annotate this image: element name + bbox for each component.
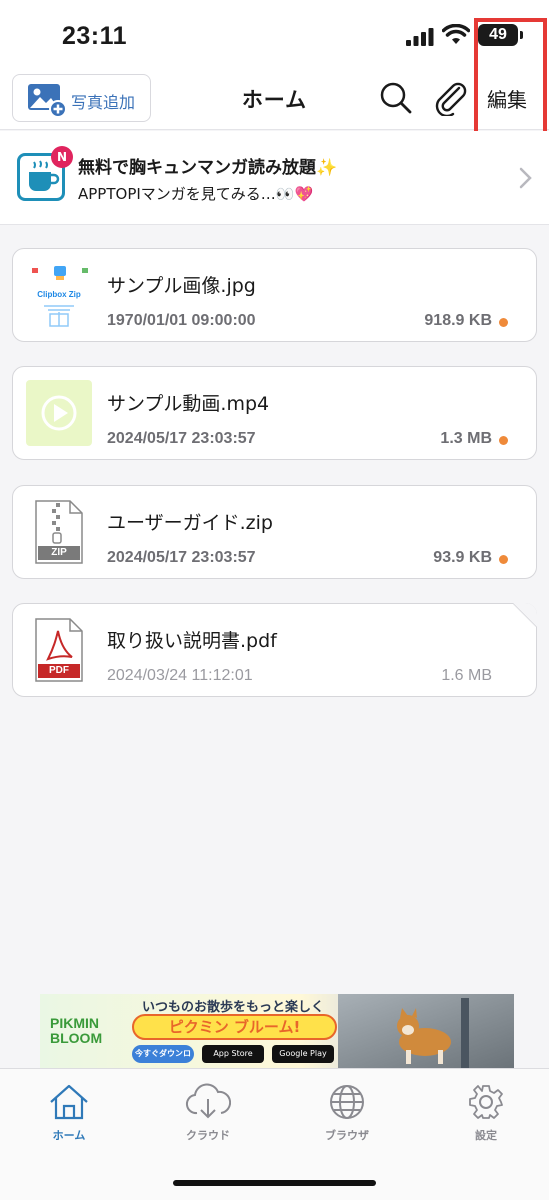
zip-label: ZIP [51, 547, 67, 558]
file-name: ユーザーガイド.zip [107, 512, 273, 534]
battery-indicator: 49 [478, 24, 518, 46]
paperclip-icon[interactable] [432, 80, 468, 116]
file-item-jpg[interactable]: Clipbox Zip サンプル画像.jpg 1970/01/01 09:00:… [12, 248, 537, 342]
promo-title: 無料で胸キュンマンガ読み放題✨ [78, 158, 338, 178]
tab-browser[interactable]: ブラウザ [297, 1083, 397, 1143]
unread-dot [499, 555, 508, 564]
cloud-download-icon [186, 1083, 231, 1119]
file-date: 1970/01/01 09:00:00 [107, 312, 256, 329]
tab-browser-label: ブラウザ [325, 1129, 369, 1142]
fold-corner [513, 603, 537, 627]
tab-home-label: ホーム [52, 1129, 86, 1142]
file-size: 1.6 MB [441, 667, 492, 684]
file-date: 2024/05/17 23:03:57 [107, 549, 256, 566]
status-time: 23:11 [62, 22, 128, 50]
file-name: サンプル動画.mp4 [107, 393, 270, 415]
file-name: 取り扱い説明書.pdf [107, 630, 277, 652]
file-item-mp4[interactable]: サンプル動画.mp4 2024/05/17 23:03:57 1.3 MB [12, 366, 537, 460]
image-thumbnail: Clipbox Zip [26, 262, 92, 328]
cellular-signal-icon [406, 28, 434, 46]
tab-settings[interactable]: 設定 [436, 1083, 536, 1143]
wifi-icon [442, 24, 470, 44]
file-name: サンプル画像.jpg [107, 275, 256, 297]
google-play-badge[interactable]: Google Play [272, 1045, 334, 1063]
tab-home[interactable]: ホーム [19, 1083, 119, 1143]
tab-cloud[interactable]: クラウド [158, 1083, 258, 1143]
gear-icon [469, 1085, 503, 1119]
ad-headline: ピクミン ブルーム! [132, 1014, 337, 1040]
file-size: 1.3 MB [440, 430, 492, 447]
file-item-pdf[interactable]: PDF 取り扱い説明書.pdf 2024/03/24 11:12:01 1.6 … [12, 603, 537, 697]
file-date: 2024/05/17 23:03:57 [107, 430, 256, 447]
ad-brand: PIKMIN BLOOM [50, 1015, 103, 1046]
file-size: 918.9 KB [424, 312, 492, 329]
search-icon[interactable] [378, 80, 414, 116]
app-header: 写真追加 ホーム 編集 [0, 68, 549, 130]
ad-cta-button[interactable]: 今すぐダウンロード! [132, 1045, 194, 1068]
ad-tagline: いつものお散歩をもっと楽しく [141, 1000, 324, 1015]
chevron-right-icon [519, 167, 532, 189]
unread-dot [499, 436, 508, 445]
promo-banner[interactable]: N 無料で胸キュンマンガ読み放題✨ APPTOPIマンガを見てみる…👀💖 [0, 131, 549, 225]
tab-settings-label: 設定 [475, 1129, 497, 1142]
unread-dot [499, 318, 508, 327]
ad-banner[interactable]: PIKMIN BLOOM いつものお散歩をもっと楽しく ピクミン ブルーム! 今… [40, 994, 514, 1068]
home-icon [50, 1084, 88, 1120]
battery-tip [520, 31, 523, 39]
tab-cloud-label: クラウド [186, 1129, 230, 1142]
app-store-badge[interactable]: App Store [202, 1045, 264, 1063]
file-date: 2024/03/24 11:12:01 [107, 667, 253, 684]
dog-image [397, 998, 469, 1068]
file-item-zip[interactable]: ZIP ユーザーガイド.zip 2024/05/17 23:03:57 93.9… [12, 485, 537, 579]
thumbnail-label: Clipbox Zip [37, 290, 81, 299]
status-bar: 23:11 49 [0, 0, 549, 68]
pdf-file-icon: PDF [26, 617, 92, 683]
pdf-label: PDF [49, 665, 69, 676]
promo-subtitle: APPTOPIマンガを見てみる…👀💖 [78, 185, 314, 203]
new-badge: N [51, 146, 73, 168]
file-size: 93.9 KB [433, 549, 492, 566]
globe-icon [330, 1085, 364, 1119]
zip-file-icon: ZIP [26, 499, 92, 565]
video-play-icon [26, 380, 92, 446]
home-indicator[interactable] [173, 1180, 376, 1186]
edit-button[interactable]: 編集 [487, 84, 527, 113]
